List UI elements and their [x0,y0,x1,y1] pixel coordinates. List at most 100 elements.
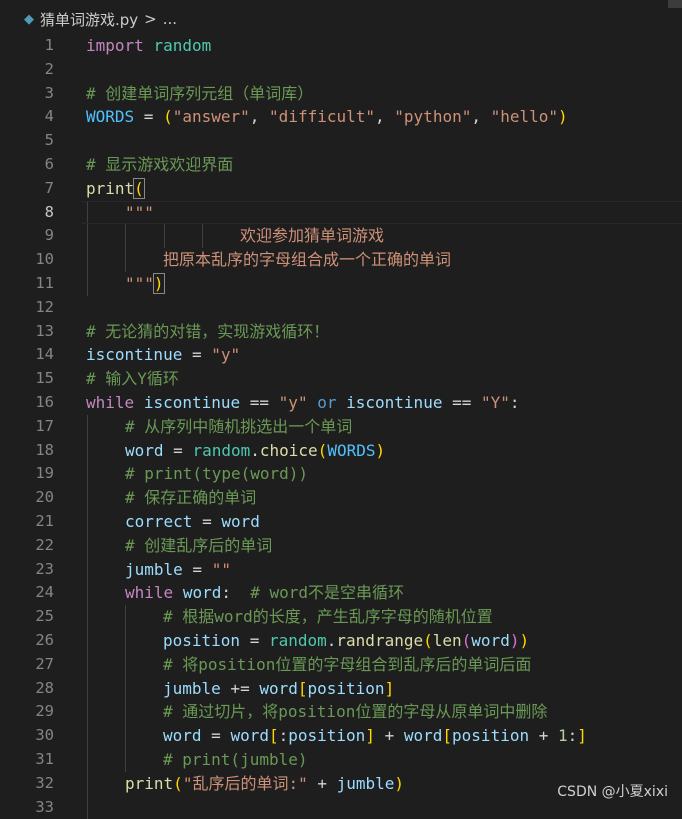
indent-guide [87,272,88,296]
line-number: 31 [0,748,54,772]
code-line[interactable]: 19# print(type(word)) [0,462,682,486]
code-line[interactable]: 11""") [0,272,682,296]
code-token: random [269,631,327,650]
line-number: 32 [0,772,54,796]
line-number: 9 [0,224,54,248]
code-token: ) [558,107,568,126]
code-editor[interactable]: 1import random 2 3# 创建单词序列元组（单词库） 4WORDS… [0,34,682,819]
line-number: 30 [0,724,54,748]
code-token: """ [125,274,154,293]
indent-guide [87,534,88,558]
code-line[interactable]: 22# 创建乱序后的单词 [0,534,682,558]
indent-guide [87,510,88,534]
code-token: 1 [558,726,568,745]
code-token: while iscontinue == "y" or iscontinue ==… [86,391,520,415]
code-token: "乱序后的单词:" [183,774,308,793]
code-line[interactable]: 16 while iscontinue == "y" or iscontinue … [0,391,682,415]
code-line[interactable]: 2 [0,58,682,82]
code-token: "answer" [173,107,250,126]
code-line[interactable]: 21correct = word [0,510,682,534]
code-line[interactable]: 13# 无论猜的对错，实现游戏循环！ [0,320,682,344]
line-number: 19 [0,462,54,486]
code-line-active[interactable]: 8""" [0,201,682,225]
code-token: word [183,583,222,602]
code-line[interactable]: 25# 根据word的长度，产生乱序字母的随机位置 [0,605,682,629]
code-line[interactable]: 20# 保存正确的单词 [0,486,682,510]
code-token: ] [365,726,375,745]
code-line[interactable]: 3# 创建单词序列元组（单词库） [0,82,682,106]
code-token: ( [134,179,144,198]
line-number: 17 [0,415,54,439]
code-line[interactable]: 17# 从序列中随机挑选出一个单词 [0,415,682,439]
code-token: print( [86,177,144,201]
code-token: # 根据word的长度，产生乱序字母的随机位置 [163,605,493,629]
code-token: print("乱序后的单词:" + jumble) [125,772,404,796]
code-line[interactable]: 12 [0,296,682,320]
code-line[interactable]: 28jumble += word[position] [0,677,682,701]
code-line[interactable]: 9欢迎参加猜单词游戏 [0,224,682,248]
code-line[interactable]: 6# 显示游戏欢迎界面 [0,153,682,177]
indent-guide [87,224,88,248]
indent-guide [87,605,88,629]
code-token: """ [125,201,154,225]
line-number: 16 [0,391,54,415]
code-token: while [125,583,173,602]
code-line[interactable]: 30 word = word[:position] + word[position… [0,724,682,748]
code-token: iscontinue [86,345,182,364]
indent-guide [125,748,126,772]
code-token: : [510,393,520,412]
code-token: "python" [394,107,471,126]
line-number: 1 [0,34,54,58]
code-line[interactable]: 26position = random.randrange(len(word)) [0,629,682,653]
code-token: word [471,631,510,650]
code-line[interactable]: 14iscontinue = "y" [0,343,682,367]
code-token: , [471,107,490,126]
indent-guide [125,629,126,653]
code-line[interactable]: 23jumble = "" [0,558,682,582]
code-line[interactable]: 27# 将position位置的字母组合到乱序后的单词后面 [0,653,682,677]
code-token: ( [318,441,328,460]
code-token: """) [125,272,164,296]
breadcrumb-more[interactable]: ... [163,10,177,28]
indent-guide [125,605,126,629]
code-token: word [221,512,260,531]
indent-guide [202,224,203,248]
code-token: + [529,726,558,745]
code-token: WORDS = ("answer", "difficult", "python"… [86,105,568,129]
code-token: "y" [211,345,240,364]
code-token: iscontinue [144,393,240,412]
code-token: ) [154,274,164,293]
code-line[interactable]: 10把原本乱序的字母组合成一个正确的单词 [0,248,682,272]
code-token: = [182,345,211,364]
breadcrumb-filename[interactable]: 猜单词游戏.py [40,9,138,30]
indent-guide [125,700,126,724]
scrollbar-marker[interactable] [668,0,682,8]
code-line[interactable]: 15# 输入Y循环 [0,367,682,391]
code-line[interactable]: 7print( [0,177,682,201]
code-line[interactable]: 31# print(jumble) [0,748,682,772]
line-number: 33 [0,796,54,819]
indent-guide [87,629,88,653]
code-token: = [240,631,269,650]
code-token: "y" [279,393,308,412]
line-number: 18 [0,439,54,463]
code-token: == [240,393,279,412]
code-line[interactable]: 4WORDS = ("answer", "difficult", "python… [0,105,682,129]
code-line[interactable]: 1import random [0,34,682,58]
code-token: ) [375,441,385,460]
code-token: ] [385,679,395,698]
code-token: # word不是空串循环 [250,583,404,602]
code-token: word [259,679,298,698]
code-line[interactable]: 5 [0,129,682,153]
indent-guide [125,724,126,748]
code-line[interactable]: 24while word: # word不是空串循环 [0,581,682,605]
code-line[interactable]: 29# 通过切片，将position位置的字母从原单词中删除 [0,700,682,724]
code-token: position = random.randrange(len(word)) [163,629,529,653]
code-token: position [163,631,240,650]
code-token: [ [298,679,308,698]
chevron-right-icon: > [144,10,157,28]
code-token: , [375,107,394,126]
code-token: word = word[:position] + word[position +… [163,724,587,748]
code-line[interactable]: 18word = random.choice(WORDS) [0,439,682,463]
code-token: = [183,560,212,579]
